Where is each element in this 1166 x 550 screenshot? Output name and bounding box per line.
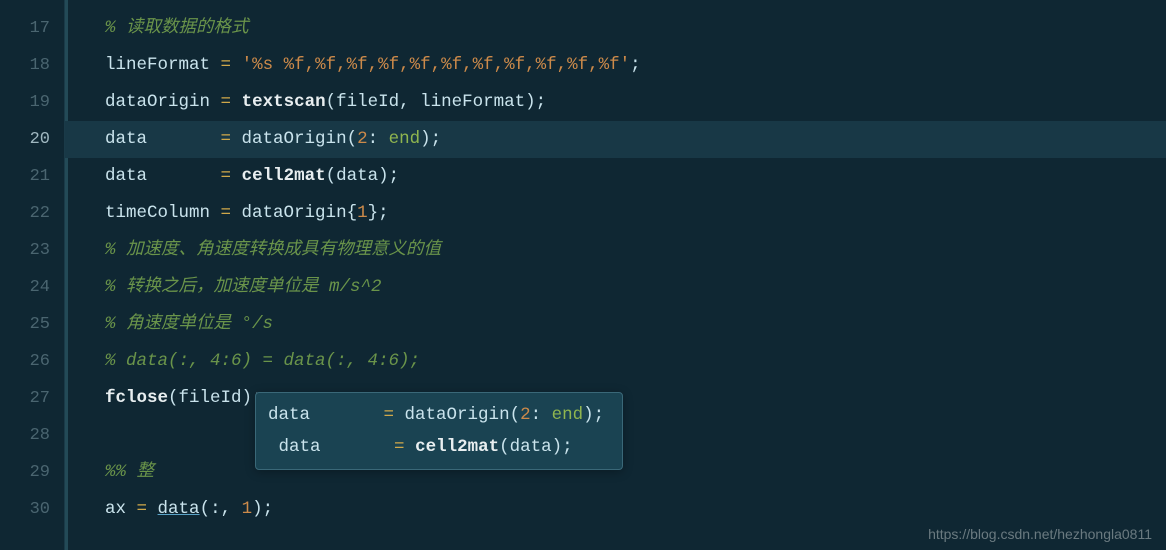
function-call: textscan (242, 93, 326, 111)
arguments: (fileId); (168, 389, 263, 407)
arguments: (:, (200, 500, 242, 518)
number: 2 (520, 406, 531, 424)
number: 1 (357, 204, 368, 222)
code-line[interactable]: % 读取数据的格式 (65, 10, 1166, 47)
space (147, 500, 158, 518)
variable: ax (105, 500, 137, 518)
line-number: 24 (0, 269, 50, 306)
space (231, 93, 242, 111)
line-number: 21 (0, 158, 50, 195)
operator: = (221, 204, 232, 222)
code-editor[interactable]: 17 18 19 20 21 22 23 24 25 26 27 28 29 3… (0, 0, 1166, 550)
comment: % 转换之后，加速度单位是 m/s^2 (105, 278, 382, 296)
close-paren: ); (420, 130, 441, 148)
operator: = (221, 56, 232, 74)
variable: data (105, 167, 221, 185)
text: dataOrigin{ (231, 204, 357, 222)
code-area[interactable]: % 读取数据的格式 lineFormat = '%s %f,%f,%f,%f,%… (65, 0, 1166, 550)
comment: % 角速度单位是 °/s (105, 315, 273, 333)
variable: timeColumn (105, 204, 221, 222)
line-number: 27 (0, 380, 50, 417)
operator: = (221, 130, 232, 148)
function-call: fclose (105, 389, 168, 407)
line-number-current: 20 (0, 121, 50, 158)
keyword-end: end (389, 130, 421, 148)
code-line[interactable]: % data(:, 4:6) = data(:, 4:6); (65, 343, 1166, 380)
line-number: 23 (0, 232, 50, 269)
comment: % 读取数据的格式 (105, 19, 249, 37)
string-literal: '%s %f,%f,%f,%f,%f,%f,%f,%f,%f,%f,%f' (242, 56, 631, 74)
code-line[interactable]: % 加速度、角速度转换成具有物理意义的值 (65, 232, 1166, 269)
colon: : (368, 130, 389, 148)
code-line-current[interactable]: data = dataOrigin(2: end); (65, 121, 1166, 158)
line-number: 25 (0, 306, 50, 343)
code-line[interactable]: % 角速度单位是 °/s (65, 306, 1166, 343)
line-number: 28 (0, 417, 50, 454)
space (231, 167, 242, 185)
line-number: 30 (0, 491, 50, 528)
arguments: ); (252, 500, 273, 518)
arguments: (fileId, lineFormat); (326, 93, 547, 111)
number: 2 (357, 130, 368, 148)
code-line[interactable]: timeColumn = dataOrigin{1}; (65, 195, 1166, 232)
close-paren: ); (583, 406, 604, 424)
function-call: cell2mat (242, 167, 326, 185)
close-brace: }; (368, 204, 389, 222)
watermark: https://blog.csdn.net/hezhongla0811 (928, 527, 1152, 542)
function-call: cell2mat (415, 438, 499, 456)
line-number: 18 (0, 47, 50, 84)
text: dataOrigin( (231, 130, 357, 148)
line-number-gutter: 17 18 19 20 21 22 23 24 25 26 27 28 29 3… (0, 0, 65, 550)
variable: data (105, 130, 221, 148)
operator: = (221, 93, 232, 111)
line-number: 17 (0, 10, 50, 47)
tooltip-line: data = cell2mat(data); (268, 431, 604, 463)
line-number: 22 (0, 195, 50, 232)
code-line[interactable]: ax = data(:, 1); (65, 491, 1166, 528)
tooltip-line: data = dataOrigin(2: end); (268, 399, 604, 431)
line-number: 26 (0, 343, 50, 380)
text: dataOrigin( (394, 406, 520, 424)
comment: % 加速度、角速度转换成具有物理意义的值 (105, 241, 441, 259)
code-line[interactable]: % 转换之后，加速度单位是 m/s^2 (65, 269, 1166, 306)
arguments: (data); (326, 167, 400, 185)
operator: = (137, 500, 148, 518)
comment: %% 整 (105, 463, 154, 481)
operator: = (394, 438, 405, 456)
variable: dataOrigin (105, 93, 221, 111)
space (405, 438, 416, 456)
line-number: 19 (0, 84, 50, 121)
operator: = (221, 167, 232, 185)
space (231, 56, 242, 74)
code-line[interactable]: dataOrigin = textscan(fileId, lineFormat… (65, 84, 1166, 121)
number: 1 (242, 500, 253, 518)
operator: = (384, 406, 395, 424)
keyword-end: end (552, 406, 584, 424)
code-line[interactable]: data = cell2mat(data); (65, 158, 1166, 195)
line-number: 29 (0, 454, 50, 491)
code-line[interactable]: lineFormat = '%s %f,%f,%f,%f,%f,%f,%f,%f… (65, 47, 1166, 84)
arguments: (data); (499, 438, 573, 456)
identifier-underlined: data (158, 500, 200, 518)
comment: % data(:, 4:6) = data(:, 4:6); (105, 352, 420, 370)
variable: lineFormat (105, 56, 221, 74)
colon: : (531, 406, 552, 424)
semicolon: ; (630, 56, 641, 74)
variable: data (268, 406, 384, 424)
variable: data (268, 438, 394, 456)
code-tooltip: data = dataOrigin(2: end); data = cell2m… (255, 392, 623, 470)
